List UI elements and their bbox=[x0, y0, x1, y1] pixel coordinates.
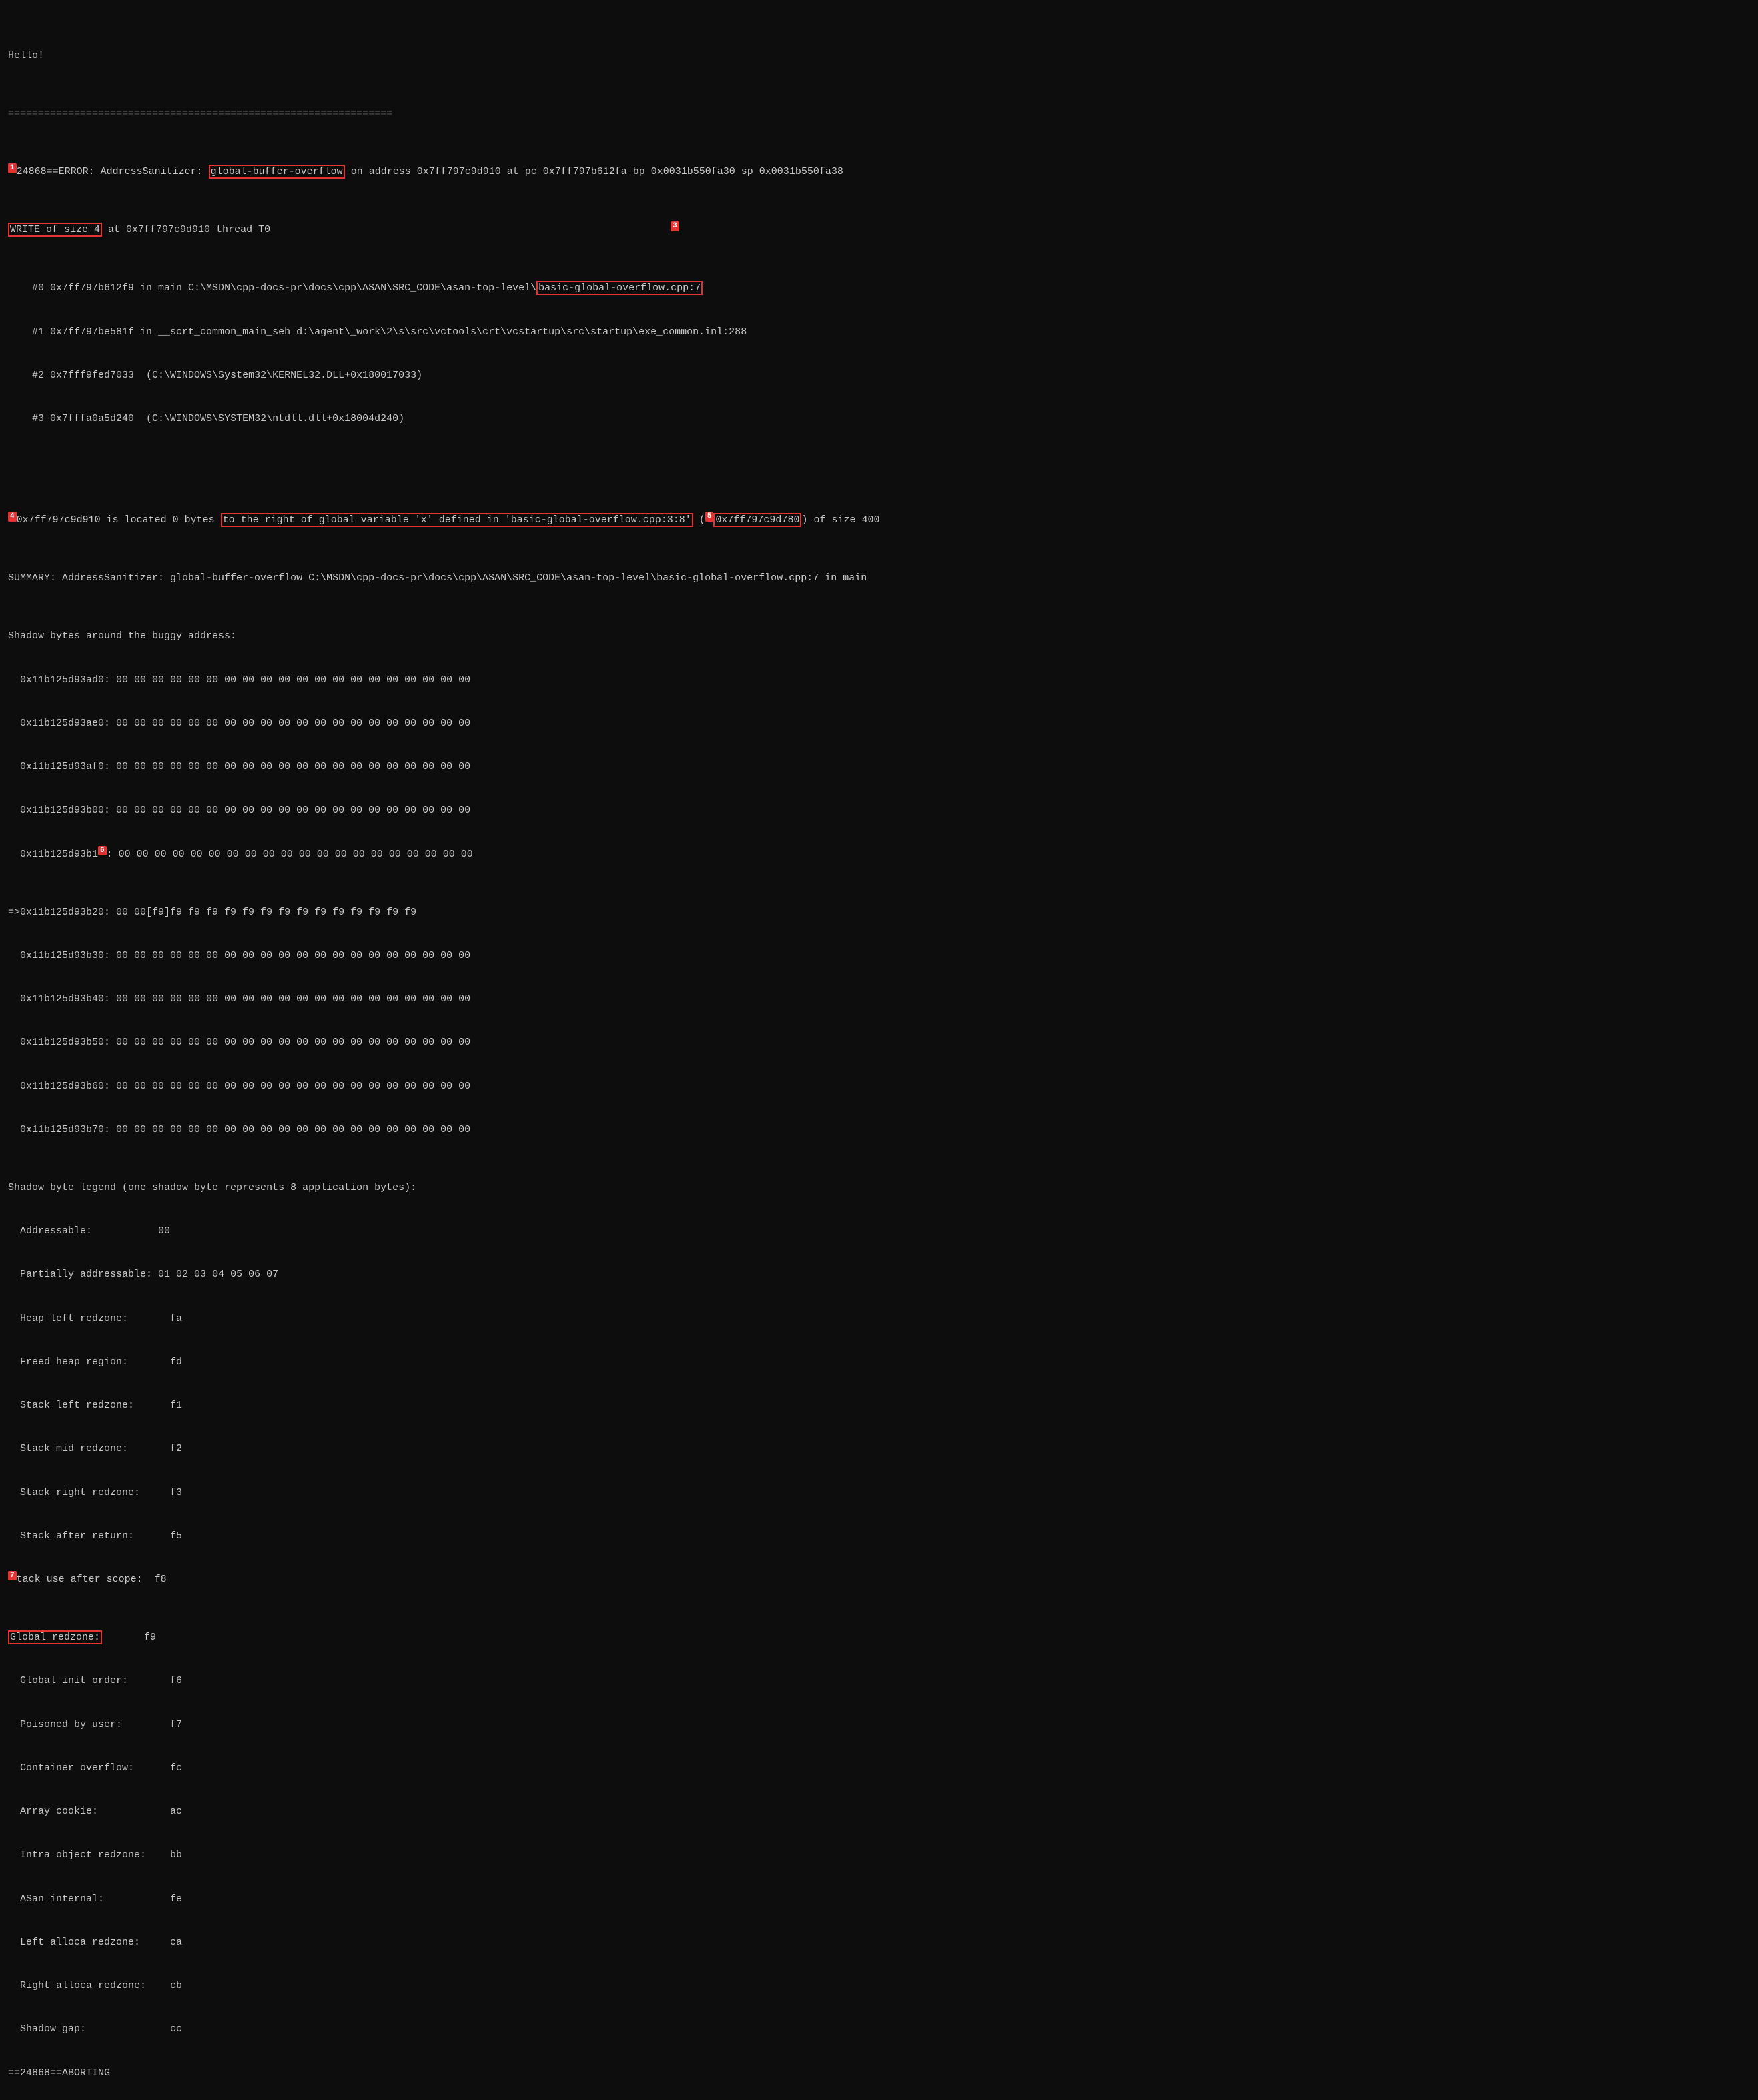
badge-6: 6 bbox=[98, 846, 107, 855]
right-of-highlight: to the right of global variable 'x' defi… bbox=[221, 513, 693, 527]
aborting-line: ==24868==ABORTING bbox=[8, 2066, 1750, 2081]
legend-header: Shadow byte legend (one shadow byte repr… bbox=[8, 1181, 1750, 1195]
shadow-arrow-row: =>0x11b125d93b20: 00 00[f9]f9 f9 f9 f9 f… bbox=[8, 905, 1750, 920]
stack-frame-2: #2 0x7fff9fed7033 (C:\WINDOWS\System32\K… bbox=[8, 368, 1750, 383]
file-link-highlight: basic-global-overflow.cpp:7 bbox=[536, 281, 703, 295]
legend-stack-right: Stack right redzone: f3 bbox=[8, 1486, 1750, 1500]
legend-right-alloca: Right alloca redzone: cb bbox=[8, 1979, 1750, 1993]
located-line: 40x7ff797c9d910 is located 0 bytes to th… bbox=[8, 513, 1750, 528]
legend-left-alloca: Left alloca redzone: ca bbox=[8, 1935, 1750, 1950]
legend-heap-left: Heap left redzone: fa bbox=[8, 1311, 1750, 1326]
shadow-row-ad0: 0x11b125d93ad0: 00 00 00 00 00 00 00 00 … bbox=[8, 673, 1750, 688]
shadow-row-b60: 0x11b125d93b60: 00 00 00 00 00 00 00 00 … bbox=[8, 1079, 1750, 1094]
legend-shadow-gap: Shadow gap: cc bbox=[8, 2022, 1750, 2037]
badge-1: 1 bbox=[8, 163, 17, 173]
legend-poisoned-by-user: Poisoned by user: f7 bbox=[8, 1718, 1750, 1732]
shadow-row-b10: 0x11b125d93b16: 00 00 00 00 00 00 00 00 … bbox=[8, 847, 1750, 862]
legend-freed-heap: Freed heap region: fd bbox=[8, 1355, 1750, 1370]
stack-frame-0: #0 0x7ff797b612f9 in main C:\MSDN\cpp-do… bbox=[8, 281, 1750, 296]
shadow-row-b30: 0x11b125d93b30: 00 00 00 00 00 00 00 00 … bbox=[8, 949, 1750, 963]
legend-container-overflow: Container overflow: fc bbox=[8, 1761, 1750, 1776]
badge-3: 3 bbox=[671, 221, 679, 231]
badge-4: 4 bbox=[8, 512, 17, 521]
global-buffer-overflow-highlight: global-buffer-overflow bbox=[209, 165, 345, 179]
stack-frame-1: #1 0x7ff797be581f in __scrt_common_main_… bbox=[8, 325, 1750, 340]
shadow-row-ae0: 0x11b125d93ae0: 00 00 00 00 00 00 00 00 … bbox=[8, 716, 1750, 731]
terminal-output: Hello! =================================… bbox=[8, 5, 1750, 2095]
hello-line: Hello! bbox=[8, 49, 1750, 63]
legend-stack-left: Stack left redzone: f1 bbox=[8, 1398, 1750, 1413]
legend-array-cookie: Array cookie: ac bbox=[8, 1804, 1750, 1819]
stack-frame-3: #3 0x7fffa0a5d240 (C:\WINDOWS\SYSTEM32\n… bbox=[8, 412, 1750, 426]
blank-line-1 bbox=[8, 455, 1750, 470]
write-line: WRITE of size 4 at 0x7ff797c9d910 thread… bbox=[8, 223, 1750, 237]
badge-5: 5 bbox=[705, 512, 714, 521]
legend-stack-after-return: Stack after return: f5 bbox=[8, 1529, 1750, 1544]
shadow-bytes-header: Shadow bytes around the buggy address: bbox=[8, 629, 1750, 644]
address-highlight: 0x7ff797c9d780 bbox=[713, 513, 801, 527]
shadow-row-af0: 0x11b125d93af0: 00 00 00 00 00 00 00 00 … bbox=[8, 760, 1750, 774]
legend-intra-object: Intra object redzone: bb bbox=[8, 1848, 1750, 1863]
separator-line-1: ========================================… bbox=[8, 107, 1750, 121]
shadow-row-b50: 0x11b125d93b50: 00 00 00 00 00 00 00 00 … bbox=[8, 1035, 1750, 1050]
legend-stack-use-after-scope: 7tack use after scope: f8 bbox=[8, 1572, 1750, 1587]
legend-stack-mid: Stack mid redzone: f2 bbox=[8, 1442, 1750, 1456]
badge-7: 7 bbox=[8, 1571, 17, 1580]
legend-partially: Partially addressable: 01 02 03 04 05 06… bbox=[8, 1267, 1750, 1282]
legend-addressable: Addressable: 00 bbox=[8, 1224, 1750, 1239]
legend-global-init: Global init order: f6 bbox=[8, 1674, 1750, 1688]
shadow-row-b40: 0x11b125d93b40: 00 00 00 00 00 00 00 00 … bbox=[8, 992, 1750, 1007]
error-line: 124868==ERROR: AddressSanitizer: global-… bbox=[8, 165, 1750, 179]
legend-asan-internal: ASan internal: fe bbox=[8, 1892, 1750, 1907]
shadow-row-b00: 0x11b125d93b00: 00 00 00 00 00 00 00 00 … bbox=[8, 803, 1750, 818]
shadow-row-b70: 0x11b125d93b70: 00 00 00 00 00 00 00 00 … bbox=[8, 1123, 1750, 1137]
global-redzone-highlight: Global redzone: bbox=[8, 1630, 102, 1644]
write-highlight: WRITE of size 4 bbox=[8, 223, 102, 237]
summary-line: SUMMARY: AddressSanitizer: global-buffer… bbox=[8, 571, 1750, 586]
legend-global-redzone: Global redzone: f9 bbox=[8, 1630, 1750, 1645]
